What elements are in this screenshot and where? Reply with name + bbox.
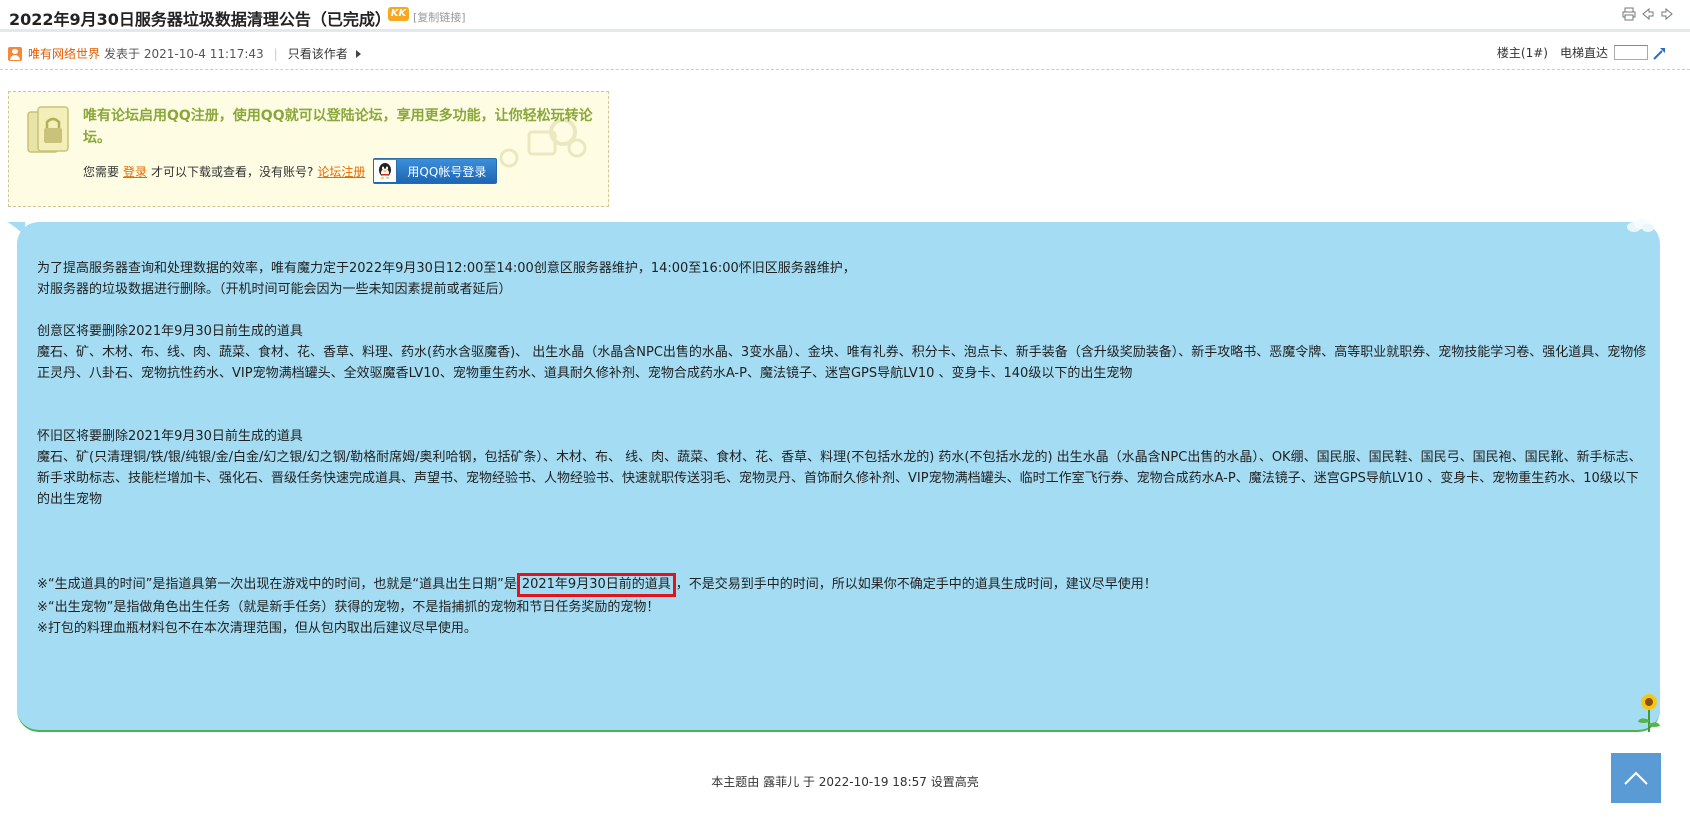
login-link[interactable]: 登录: [123, 163, 147, 180]
creative-items: 魔石、矿、木材、布、线、肉、蔬菜、食材、花、香草、料理、药水(药水含驱魔香)、 …: [37, 345, 1647, 381]
print-icon[interactable]: [1622, 7, 1636, 21]
post-content-box: 为了提高服务器查询和处理数据的效率，唯有魔力定于2022年9月30日12:00至…: [7, 219, 1660, 732]
intro-line-2: 对服务器的垃圾数据进行删除。（开机时间可能会因为一些未知因素提前或者延后）: [37, 282, 512, 297]
qq-login-label: 用QQ帐号登录: [407, 164, 487, 179]
creative-heading: 创意区将要删除2021年9月30日前生成的道具: [37, 324, 303, 339]
promo-need-prefix: 您需要: [83, 164, 120, 179]
promo-login-line: 您需要 登录 才可以下载或查看，没有账号? 论坛注册 用QQ帐号登录: [83, 158, 498, 184]
go-arrow-icon[interactable]: [1652, 45, 1668, 61]
thread-title-bar: 2022年9月30日服务器垃圾数据清理公告（已完成） KK [复制链接]: [0, 0, 1690, 32]
qq-login-promo: 唯有论坛启用QQ注册，使用QQ就可以登陆论坛，享用更多功能，让你轻松玩转论坛。 …: [8, 91, 609, 207]
copy-link-button[interactable]: [复制链接]: [413, 9, 466, 25]
title-tools: [1622, 7, 1674, 21]
promo-headline: 唯有论坛启用QQ注册，使用QQ就可以登陆论坛，享用更多功能，让你轻松玩转论坛。: [83, 108, 593, 146]
separator: |: [273, 46, 278, 61]
user-icon: [8, 46, 22, 61]
floor-label: 楼主(1#): [1496, 46, 1548, 60]
intro-line-1: 为了提高服务器查询和处理数据的效率，唯有魔力定于2022年9月30日12:00至…: [37, 261, 856, 276]
corner-decoration-icon: [7, 222, 25, 236]
kk-badge-icon: KK: [388, 7, 409, 21]
back-to-top-button[interactable]: [1611, 753, 1661, 803]
edit-note: 本主题由 露菲儿 于 2022-10-19 18:57 设置高亮: [711, 775, 979, 789]
sunflower-decoration-icon: [1638, 694, 1660, 732]
note-2: ※“出生宠物”是指做角色出生任务（就是新手任务）获得的宠物，不是指捕抓的宠物和节…: [37, 600, 660, 615]
only-author-link[interactable]: 只看该作者: [288, 45, 348, 62]
thread-title: 2022年9月30日服务器垃圾数据清理公告（已完成）: [9, 10, 391, 29]
post-body: 为了提高服务器查询和处理数据的效率，唯有魔力定于2022年9月30日12:00至…: [37, 258, 1647, 639]
author-link[interactable]: 唯有网络世界: [28, 45, 100, 62]
floor-navigation: 楼主(1#) 电梯直达: [1497, 44, 1668, 61]
post-time: 发表于 2021-10-4 11:17:43: [104, 47, 264, 61]
lock-icon: [27, 106, 69, 153]
author-info: 唯有网络世界 发表于 2021-10-4 11:17:43 | 只看该作者: [8, 45, 361, 62]
highlighted-date: 2021年9月30日前的道具: [516, 573, 676, 597]
thread-page: 2022年9月30日服务器垃圾数据清理公告（已完成） KK [复制链接] 唯有网…: [0, 0, 1690, 821]
register-link[interactable]: 论坛注册: [317, 163, 365, 180]
qq-penguin-icon: [374, 160, 398, 182]
note-1-suffix: ，不是交易到手中的时间，所以如果你不确定手中的道具生成时间，建议尽早使用！: [675, 577, 1157, 592]
elevator-input[interactable]: [1614, 45, 1648, 60]
next-thread-icon[interactable]: [1660, 7, 1674, 21]
triangle-right-icon: [355, 49, 361, 58]
note-3: ※打包的料理血瓶材料包不在本次清理范围，但从包内取出后建议尽早使用。: [37, 621, 477, 636]
note-1-prefix: ※“生成道具的时间”是指道具第一次出现在游戏中的时间，也就是“道具出生日期”是: [37, 577, 517, 592]
elevator-label: 电梯直达: [1559, 46, 1608, 60]
note-1: ※“生成道具的时间”是指道具第一次出现在游戏中的时间，也就是“道具出生日期”是 2…: [37, 573, 1647, 597]
nostalgic-heading: 怀旧区将要删除2021年9月30日前生成的道具: [37, 429, 303, 444]
chevron-up-icon: [1624, 771, 1648, 785]
qq-login-button[interactable]: 用QQ帐号登录: [373, 158, 498, 184]
promo-need-suffix: 才可以下载或查看，没有账号?: [151, 164, 314, 179]
previous-thread-icon[interactable]: [1641, 7, 1655, 21]
post-author-bar: 唯有网络世界 发表于 2021-10-4 11:17:43 | 只看该作者 楼主…: [0, 35, 1690, 70]
nostalgic-items: 魔石、矿(只清理铜/铁/银/纯银/金/白金/幻之银/幻之钢/勒格耐席姆/奥利哈钢…: [37, 450, 1642, 507]
cloud-decoration-icon: [1627, 219, 1654, 232]
